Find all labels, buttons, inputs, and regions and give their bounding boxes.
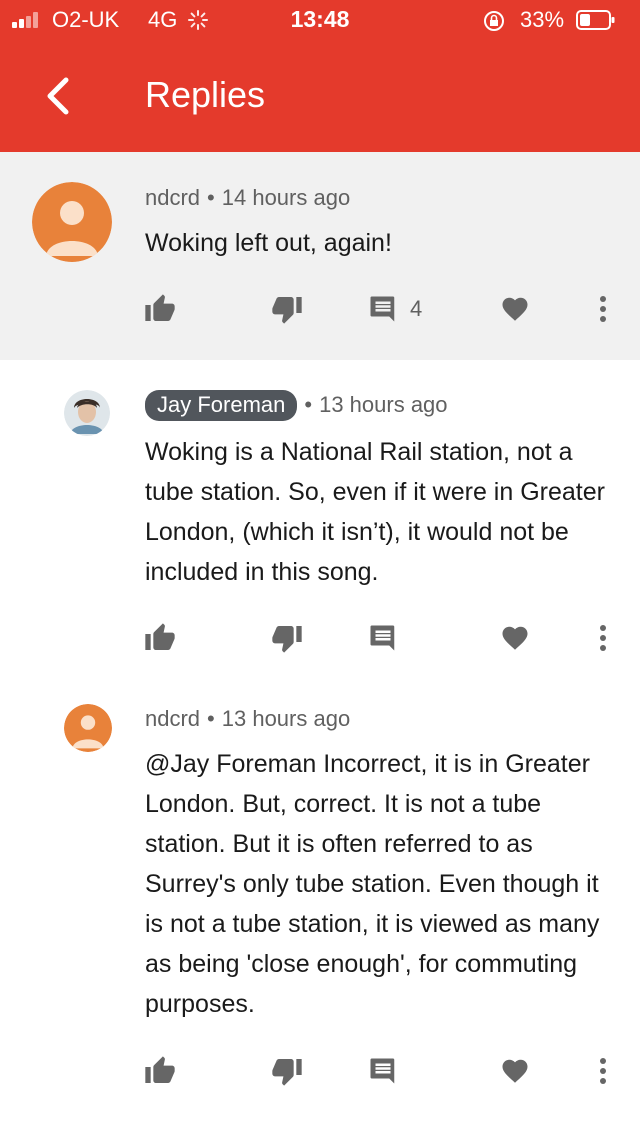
like-button[interactable] <box>144 618 176 658</box>
app-header: O2-UK 4G 13:48 33% Replies <box>0 0 640 152</box>
thumbs-down-icon <box>272 1059 302 1086</box>
reply-button[interactable]: 4 <box>368 289 422 329</box>
more-options-button[interactable] <box>591 618 615 658</box>
more-options-button[interactable] <box>591 289 615 329</box>
heart-button[interactable] <box>500 289 530 329</box>
comment-meta: Jay Foreman • 13 hours ago <box>145 390 448 421</box>
reply-count: 4 <box>410 296 423 321</box>
default-avatar-icon[interactable] <box>64 704 112 752</box>
reply-comment: ndcrd • 13 hours ago @Jay Foreman Incorrec… <box>0 680 640 1136</box>
parent-comment: ndcrd • 14 hours ago Woking left out, agai… <box>0 152 640 360</box>
page-title: Replies <box>145 74 266 115</box>
comment-author[interactable]: ndcrd <box>145 185 200 210</box>
reply-button[interactable] <box>368 618 398 658</box>
like-button[interactable] <box>144 1051 176 1091</box>
dislike-button[interactable] <box>271 618 303 658</box>
thumbs-up-icon <box>145 294 175 321</box>
heart-button[interactable] <box>500 618 530 658</box>
heart-button[interactable] <box>500 1051 530 1091</box>
rotation-lock-icon <box>482 9 506 39</box>
thumbs-up-icon <box>145 1056 175 1083</box>
reply-comment: Jay Foreman • 13 hours ago Woking is a Nat… <box>0 360 640 680</box>
reply-button[interactable] <box>368 1051 398 1091</box>
heart-icon <box>502 1059 528 1083</box>
heart-icon <box>502 626 528 650</box>
default-avatar-icon[interactable] <box>32 182 112 262</box>
dislike-button[interactable] <box>271 289 303 329</box>
comment-text: Woking is a National Rail station, not a… <box>145 438 605 586</box>
comment-icon <box>370 296 395 322</box>
separator: • <box>207 185 215 210</box>
comment-actions <box>0 1051 640 1091</box>
battery-percentage: 33% <box>520 7 565 32</box>
comment-author[interactable]: ndcrd <box>145 706 200 731</box>
comment-text: @Jay Foreman Incorrect, it is in Greater… <box>145 750 600 1018</box>
thumbs-down-icon <box>272 297 302 324</box>
heart-icon <box>502 297 528 321</box>
separator: • <box>207 706 215 731</box>
comment-meta: ndcrd • 13 hours ago <box>145 706 350 732</box>
comment-meta: ndcrd • 14 hours ago <box>145 185 350 211</box>
thumbs-down-icon <box>272 626 302 653</box>
back-button[interactable] <box>32 70 84 122</box>
comment-icon <box>370 625 395 651</box>
thumbs-up-icon <box>145 623 175 650</box>
like-button[interactable] <box>144 289 176 329</box>
more-vert-icon <box>600 1058 606 1084</box>
battery-icon <box>576 10 616 30</box>
more-vert-icon <box>600 296 606 322</box>
dislike-button[interactable] <box>271 1051 303 1091</box>
comment-time: 14 hours ago <box>221 185 351 210</box>
status-bar: O2-UK 4G 13:48 33% <box>0 0 640 40</box>
more-vert-icon <box>600 625 606 651</box>
comment-time: 13 hours ago <box>221 706 351 731</box>
comment-icon <box>370 1058 395 1084</box>
more-options-button[interactable] <box>591 1051 615 1091</box>
creator-badge[interactable]: Jay Foreman <box>145 390 298 421</box>
separator: • <box>304 392 313 417</box>
comment-time: 13 hours ago <box>319 392 448 417</box>
comment-actions <box>0 618 640 658</box>
chevron-left-icon <box>47 77 69 115</box>
photo-avatar[interactable] <box>64 390 110 436</box>
comment-text: Woking left out, again! <box>145 229 392 257</box>
comment-actions: 4 <box>0 289 640 329</box>
